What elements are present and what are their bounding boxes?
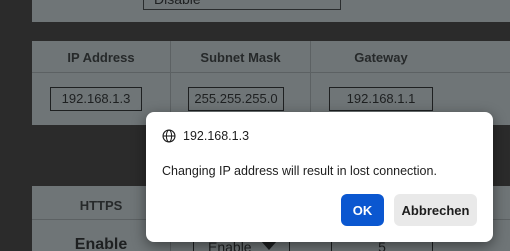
cancel-button[interactable]: Abbrechen (394, 194, 477, 226)
dialog-message: Changing IP address will result in lost … (162, 164, 437, 178)
dialog-origin: 192.168.1.3 (183, 129, 250, 143)
gateway-field[interactable]: 192.168.1.1 (329, 87, 433, 111)
ok-button[interactable]: OK (341, 194, 384, 226)
confirm-dialog: 192.168.1.3 Changing IP address will res… (146, 112, 493, 242)
globe-icon (162, 129, 176, 143)
ip-address-field[interactable]: 192.168.1.3 (50, 87, 142, 111)
security-select[interactable]: Disable (143, 0, 341, 10)
subnet-mask-header: Subnet Mask (200, 50, 281, 65)
security-panel: Disable (32, 0, 510, 22)
gateway-header: Gateway (354, 50, 408, 65)
chevron-down-icon (261, 241, 277, 250)
subnet-mask-field[interactable]: 255.255.255.0 (188, 87, 284, 111)
ip-address-header: IP Address (67, 50, 135, 65)
dialog-title: 192.168.1.3 (162, 128, 249, 144)
